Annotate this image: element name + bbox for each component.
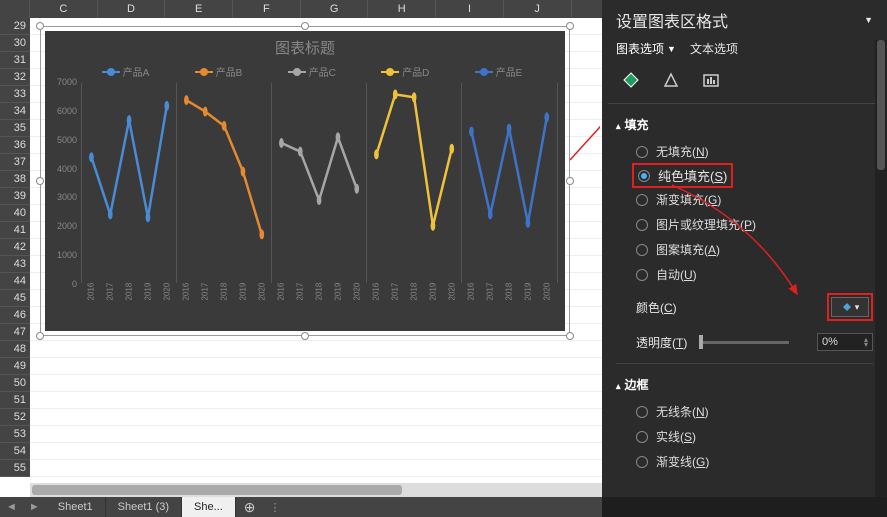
transparency-value[interactable]: 0%▴▾ — [817, 333, 873, 351]
resize-handle[interactable] — [566, 22, 574, 30]
row-head[interactable]: 49 — [0, 358, 30, 375]
border-gradient[interactable]: 渐变线(G) — [636, 449, 873, 474]
row-head[interactable]: 50 — [0, 375, 30, 392]
row-head[interactable]: 35 — [0, 120, 30, 137]
fill-picture[interactable]: 图片或纹理填充(P) — [636, 212, 873, 237]
sheet-tab-bar: ◄ ► Sheet1 Sheet1 (3) She... ⊕ ⋮ — [0, 497, 602, 517]
format-pane: 设置图表区格式 ▼ 图表选项▼ 文本选项 ▴填充 无填充(N) 纯色填充(S) … — [602, 0, 887, 497]
chart-title[interactable]: 图表标题 — [45, 31, 565, 64]
fill-auto[interactable]: 自动(U) — [636, 262, 873, 287]
row-head[interactable]: 53 — [0, 426, 30, 443]
row-head[interactable]: 54 — [0, 443, 30, 460]
sheet-tab[interactable]: Sheet1 (3) — [106, 497, 182, 517]
fill-solid[interactable]: 纯色填充(S) — [636, 164, 873, 187]
col-head[interactable]: H — [368, 0, 436, 18]
border-none[interactable]: 无线条(N) — [636, 399, 873, 424]
size-properties-icon[interactable] — [700, 69, 722, 91]
fill-gradient[interactable]: 渐变填充(G) — [636, 187, 873, 212]
row-head[interactable]: 40 — [0, 205, 30, 222]
row-head[interactable]: 41 — [0, 222, 30, 239]
y-axis[interactable]: 70006000 50004000 30002000 10000 — [51, 77, 77, 289]
section-border[interactable]: ▴边框 — [616, 370, 873, 399]
fill-pattern[interactable]: 图案填充(A) — [636, 237, 873, 262]
resize-handle[interactable] — [566, 332, 574, 340]
col-head[interactable]: E — [165, 0, 233, 18]
resize-handle[interactable] — [36, 22, 44, 30]
row-head[interactable]: 47 — [0, 324, 30, 341]
x-axis[interactable]: 2016201720182019202020162017201820192020… — [81, 291, 557, 300]
fill-line-icon[interactable] — [620, 69, 642, 91]
tab-chart-options[interactable]: 图表选项▼ — [616, 40, 676, 57]
new-sheet-button[interactable]: ⊕ — [236, 499, 264, 516]
row-head[interactable]: 33 — [0, 86, 30, 103]
tab-text-options[interactable]: 文本选项 — [690, 40, 738, 57]
resize-handle[interactable] — [36, 332, 44, 340]
fill-color-picker[interactable]: ▾ — [831, 297, 869, 317]
color-label: 颜色(C) — [636, 299, 677, 316]
fill-none[interactable]: 无填充(N) — [636, 139, 873, 164]
section-fill[interactable]: ▴填充 — [616, 110, 873, 139]
col-head[interactable]: J — [504, 0, 572, 18]
row-head[interactable]: 31 — [0, 52, 30, 69]
transparency-label: 透明度(T) — [636, 334, 687, 351]
resize-handle[interactable] — [301, 22, 309, 30]
column-headers: C D E F G H I J — [0, 0, 602, 18]
row-head[interactable]: 52 — [0, 409, 30, 426]
row-head[interactable]: 39 — [0, 188, 30, 205]
row-head[interactable]: 29 — [0, 18, 30, 35]
sheet-tab[interactable]: Sheet1 — [46, 497, 106, 517]
col-head[interactable]: C — [30, 0, 98, 18]
resize-handle[interactable] — [36, 177, 44, 185]
effects-icon[interactable] — [660, 69, 682, 91]
row-head[interactable]: 51 — [0, 392, 30, 409]
row-head[interactable]: 36 — [0, 137, 30, 154]
col-head[interactable]: F — [233, 0, 301, 18]
row-head[interactable]: 43 — [0, 256, 30, 273]
chart-legend[interactable]: 产品A产品B产品C产品D产品E — [45, 64, 565, 83]
sheet-tab[interactable]: She... — [182, 497, 236, 517]
resize-handle[interactable] — [301, 332, 309, 340]
row-head[interactable]: 46 — [0, 307, 30, 324]
border-solid[interactable]: 实线(S) — [636, 424, 873, 449]
row-head[interactable]: 42 — [0, 239, 30, 256]
row-head[interactable]: 34 — [0, 103, 30, 120]
row-head[interactable]: 55 — [0, 460, 30, 477]
horizontal-scrollbar[interactable] — [30, 483, 602, 497]
pane-menu-icon[interactable]: ▼ — [864, 15, 873, 25]
row-headers: 2930313233343536373839404142434445464748… — [0, 18, 30, 477]
row-head[interactable]: 30 — [0, 35, 30, 52]
row-head[interactable]: 48 — [0, 341, 30, 358]
col-head[interactable]: D — [98, 0, 166, 18]
pane-title: 设置图表区格式 — [616, 8, 728, 32]
row-head[interactable]: 44 — [0, 273, 30, 290]
row-head[interactable]: 38 — [0, 171, 30, 188]
tab-menu[interactable]: ⋮ — [264, 501, 287, 514]
chart-object[interactable]: 图表标题 产品A产品B产品C产品D产品E 70006000 50004000 3… — [40, 26, 570, 336]
resize-handle[interactable] — [566, 177, 574, 185]
row-head[interactable]: 45 — [0, 290, 30, 307]
row-head[interactable]: 37 — [0, 154, 30, 171]
tab-nav-prev[interactable]: ◄ — [0, 501, 23, 513]
row-head[interactable]: 32 — [0, 69, 30, 86]
tab-nav-next[interactable]: ► — [23, 501, 46, 513]
col-head[interactable]: I — [436, 0, 504, 18]
col-head[interactable]: G — [301, 0, 369, 18]
pane-scrollbar[interactable] — [875, 40, 887, 497]
plot-area[interactable] — [81, 83, 557, 283]
transparency-slider[interactable] — [699, 336, 805, 348]
